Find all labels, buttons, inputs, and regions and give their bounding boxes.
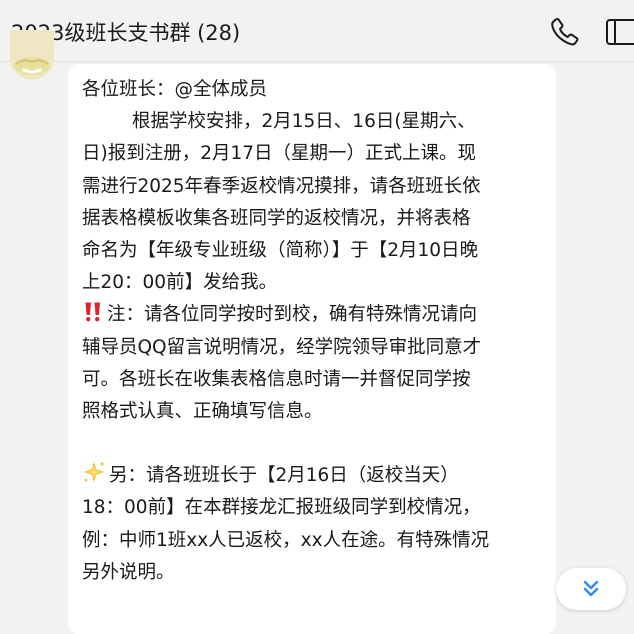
voice-call-button[interactable] bbox=[549, 16, 581, 48]
extra-text: 另：请各班班长于【2月16日（返校当天） bbox=[109, 465, 459, 487]
message-line: 命名为【年级专业班级（简称）】于【2月10日晚 bbox=[82, 239, 479, 261]
message-line: 根据学校安排，2月15日、16日(星期六、 bbox=[132, 111, 476, 133]
message-text: 各位班长：@全体成员 根据学校安排，2月15日、16日(星期六、 日)报到注册，… bbox=[82, 74, 544, 589]
note-text: 注：请各位同学按时到校，确有特殊情况请向 bbox=[107, 304, 478, 326]
message-line: 上20：00前】发给我。 bbox=[82, 272, 278, 294]
message-line: 需进行2025年春季返校情况摸排，请各班班长依 bbox=[82, 175, 481, 197]
message-line: 另外说明。 bbox=[82, 561, 175, 583]
glowing-star-icon bbox=[83, 461, 105, 483]
phone-icon bbox=[551, 18, 579, 46]
message-line: 可。各班长在收集表格信息时请一并督促同学按 bbox=[82, 368, 471, 390]
scroll-to-bottom-button[interactable] bbox=[556, 568, 626, 610]
message-line: 例：中师1班xx人已返校，xx人在途。有特殊情况 bbox=[82, 529, 490, 551]
group-panel-icon bbox=[606, 19, 634, 45]
message-line-note: 注：请各位同学按时到校，确有特殊情况请向 bbox=[82, 299, 544, 331]
message-line: 18：00前】在本群接龙汇报班级同学到校情况， bbox=[82, 497, 481, 519]
message-line: 照格式认真、正确填写信息。 bbox=[82, 400, 323, 422]
message-line-extra: 另：请各班班长于【2月16日（返校当天） bbox=[82, 460, 544, 492]
message-line: 据表格模板收集各班同学的返校情况，并将表格 bbox=[82, 207, 471, 229]
chat-header: 2023级班长支书群 (28) bbox=[0, 0, 634, 62]
message-line: 各位班长：@全体成员 bbox=[82, 79, 268, 100]
double-chevron-down-icon bbox=[583, 580, 599, 597]
sender-avatar[interactable] bbox=[10, 30, 54, 80]
double-exclamation-icon bbox=[85, 302, 100, 322]
message-line: 辅导员QQ留言说明情况，经学院领导审批同意才 bbox=[82, 336, 482, 358]
message-line: 日)报到注册，2月17日（星期一）正式上课。现 bbox=[82, 143, 477, 165]
group-panel-button[interactable] bbox=[605, 16, 634, 48]
